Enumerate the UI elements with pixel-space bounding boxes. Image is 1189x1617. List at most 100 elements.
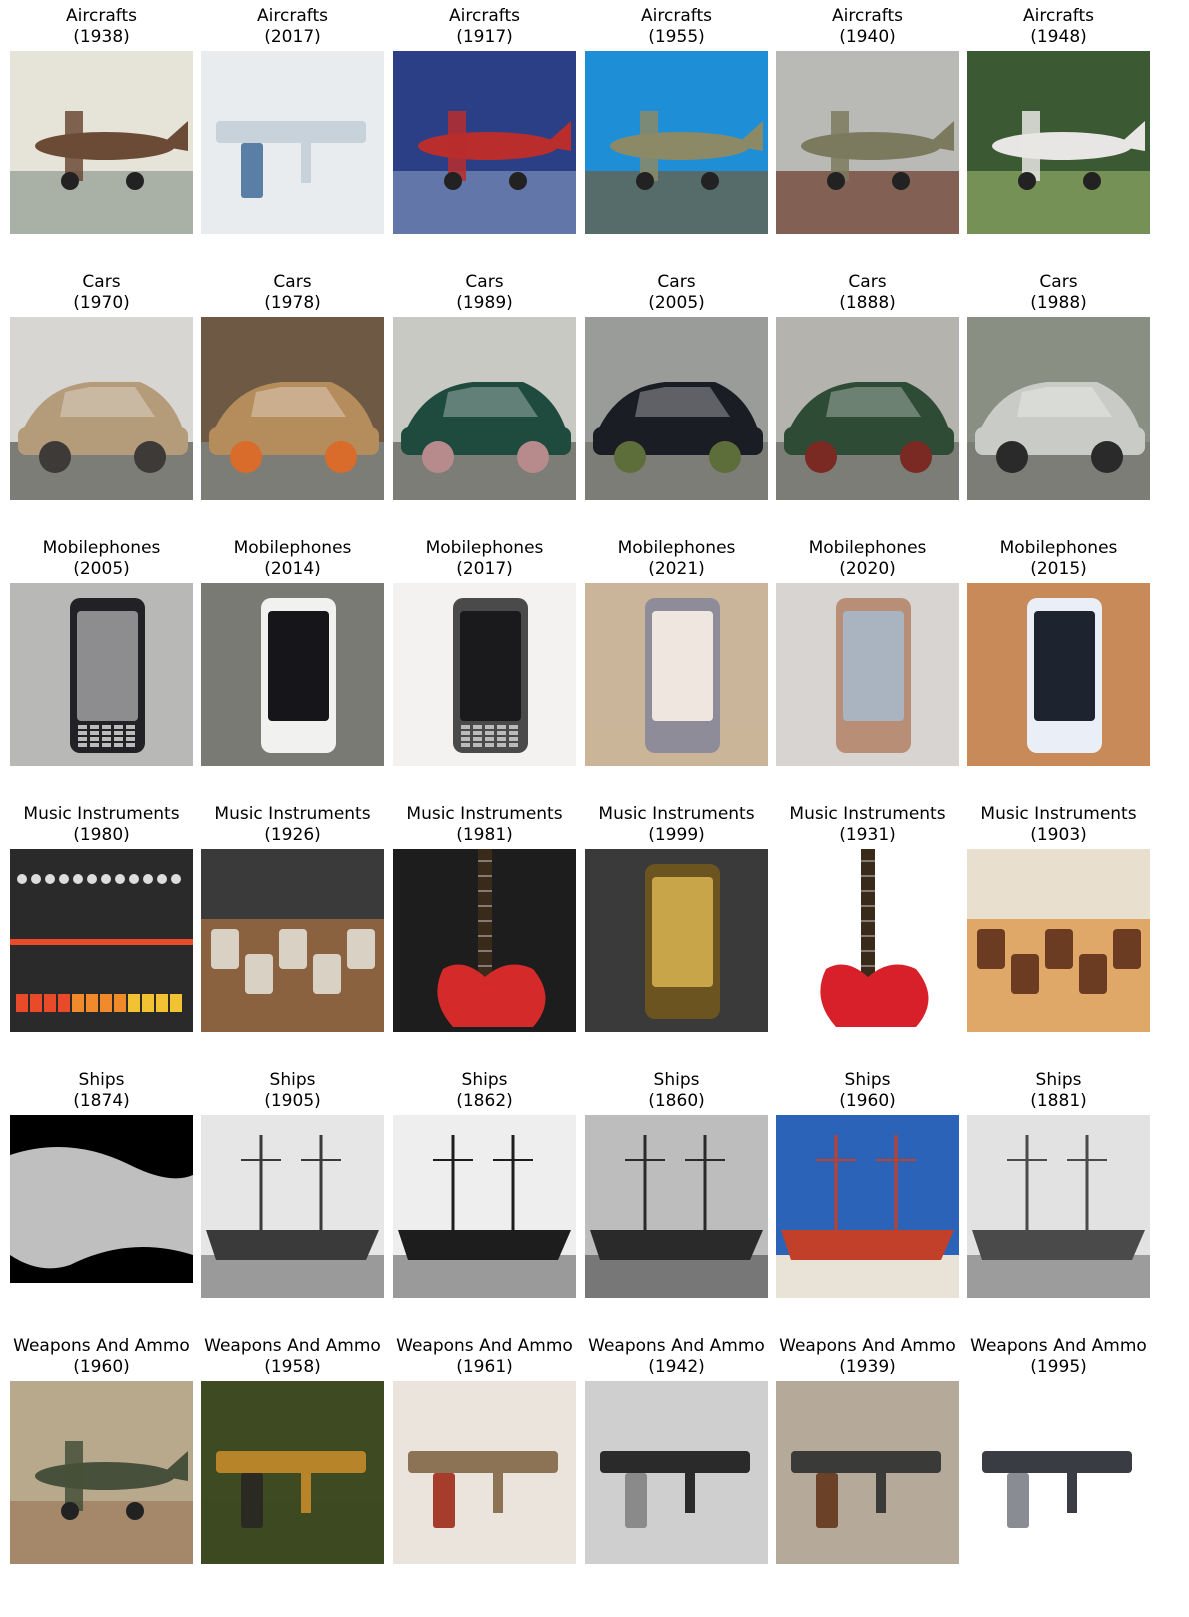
cell-caption: Aircrafts (1917) bbox=[373, 6, 596, 50]
thumbnail-image bbox=[393, 1381, 576, 1564]
cell-category-label: Weapons And Ammo bbox=[396, 1336, 573, 1356]
soldiers-prone-bw-image bbox=[585, 1381, 768, 1564]
cell-caption: Music Instruments (1999) bbox=[565, 804, 788, 848]
cell-year-label: (1917) bbox=[456, 27, 513, 47]
cell-category-label: Weapons And Ammo bbox=[204, 1336, 381, 1356]
thumbnail-image bbox=[776, 51, 959, 234]
cell-year-label: (1940) bbox=[839, 27, 896, 47]
cell-category-label: Mobilephones bbox=[425, 538, 544, 558]
car-interior-steering-image bbox=[201, 317, 384, 500]
cell-year-label: (2017) bbox=[456, 559, 513, 579]
cell-caption: Music Instruments (1931) bbox=[756, 804, 979, 848]
two-phones-table-image bbox=[201, 583, 384, 766]
thumbnail-image bbox=[967, 583, 1150, 766]
thumbnail-image bbox=[585, 1381, 768, 1564]
cell-caption: Music Instruments (1926) bbox=[181, 804, 404, 848]
silver-convertible-image bbox=[967, 317, 1150, 500]
cell-category-label: Cars bbox=[657, 272, 696, 292]
thumbnail-image bbox=[776, 1115, 959, 1298]
cell-caption: Ships (1862) bbox=[373, 1070, 596, 1114]
cell-year-label: (1960) bbox=[839, 1091, 896, 1111]
battleship-photo-image bbox=[201, 1115, 384, 1298]
cell-caption: Weapons And Ammo (1942) bbox=[565, 1336, 788, 1380]
thumbnail-image bbox=[585, 1115, 768, 1298]
cell-caption: Cars (1988) bbox=[947, 272, 1170, 316]
horse-carriage-image bbox=[776, 317, 959, 500]
thumbnail-image bbox=[967, 1115, 1150, 1298]
thumbnail-image bbox=[776, 317, 959, 500]
thumbnail-image bbox=[10, 1115, 193, 1298]
cell-caption: Aircrafts (1948) bbox=[947, 6, 1170, 50]
cell-year-label: (1888) bbox=[839, 293, 896, 313]
cell-caption: Cars (1989) bbox=[373, 272, 596, 316]
anti-aircraft-gun-image bbox=[10, 1381, 193, 1564]
cell-year-label: (1988) bbox=[1030, 293, 1087, 313]
thumbnail-image bbox=[393, 51, 576, 234]
slider-phone-keyboard-image bbox=[10, 583, 193, 766]
thumbnail-image bbox=[585, 51, 768, 234]
cell-caption: Weapons And Ammo (1995) bbox=[947, 1336, 1170, 1380]
sailing-ship-masts-image bbox=[393, 1115, 576, 1298]
thumbnail-image bbox=[967, 1381, 1150, 1564]
cell-category-label: Cars bbox=[848, 272, 887, 292]
cell-year-label: (1881) bbox=[1030, 1091, 1087, 1111]
cell-caption: Cars (1888) bbox=[756, 272, 979, 316]
soldier-with-rifle-image bbox=[393, 1381, 576, 1564]
cell-category-label: Ships bbox=[653, 1070, 700, 1090]
cell-caption: Cars (2005) bbox=[565, 272, 788, 316]
thumbnail-image bbox=[201, 51, 384, 234]
thumbnail-image bbox=[585, 849, 768, 1032]
cell-caption: Mobilephones (2021) bbox=[565, 538, 788, 582]
cell-category-label: Aircrafts bbox=[641, 6, 712, 26]
cell-caption: Weapons And Ammo (1939) bbox=[756, 1336, 979, 1380]
cell-caption: Weapons And Ammo (1961) bbox=[373, 1336, 596, 1380]
honor-phone-hand-image bbox=[776, 583, 959, 766]
cell-year-label: (2005) bbox=[648, 293, 705, 313]
cell-year-label: (1931) bbox=[839, 825, 896, 845]
light-aircraft-field-image bbox=[967, 51, 1150, 234]
thumbnail-image bbox=[967, 849, 1150, 1032]
thumbnail-image bbox=[201, 1381, 384, 1564]
thumbnail-image bbox=[10, 317, 193, 500]
cell-category-label: Aircrafts bbox=[832, 6, 903, 26]
model-aircraft-display-image bbox=[10, 51, 193, 234]
icebreaker-sampo-image bbox=[776, 1115, 959, 1298]
thumbnail-image bbox=[585, 583, 768, 766]
thumbnail-image bbox=[10, 1381, 193, 1564]
cell-year-label: (1955) bbox=[648, 27, 705, 47]
thumbnail-image bbox=[393, 1115, 576, 1298]
cell-caption: Ships (1905) bbox=[181, 1070, 404, 1114]
guitar-diagram-image bbox=[776, 849, 959, 1032]
cell-category-label: Weapons And Ammo bbox=[588, 1336, 765, 1356]
thumbnail-image bbox=[393, 849, 576, 1032]
cell-caption: Ships (1960) bbox=[756, 1070, 979, 1114]
cell-category-label: Mobilephones bbox=[617, 538, 736, 558]
image-grid: Aircrafts (1938) Aircrafts (2017) Aircrafts(… bbox=[0, 0, 1189, 1617]
cell-caption: Ships (1881) bbox=[947, 1070, 1170, 1114]
thumbnail-image bbox=[967, 317, 1150, 500]
cell-category-label: Mobilephones bbox=[233, 538, 352, 558]
saxophone-image bbox=[585, 849, 768, 1032]
cell-category-label: Aircrafts bbox=[257, 6, 328, 26]
cell-category-label: Music Instruments bbox=[980, 804, 1137, 824]
gold-sports-car-image bbox=[10, 317, 193, 500]
cell-caption: Mobilephones (2020) bbox=[756, 538, 979, 582]
cell-year-label: (2014) bbox=[264, 559, 321, 579]
cell-year-label: (1958) bbox=[264, 1357, 321, 1377]
cell-category-label: Ships bbox=[461, 1070, 508, 1090]
cell-category-label: Mobilephones bbox=[999, 538, 1118, 558]
cell-category-label: Cars bbox=[1039, 272, 1078, 292]
thumbnail-image bbox=[201, 317, 384, 500]
cell-caption: Music Instruments (1903) bbox=[947, 804, 1170, 848]
cell-year-label: (1860) bbox=[648, 1091, 705, 1111]
cell-caption: Mobilephones (2017) bbox=[373, 538, 596, 582]
cell-year-label: (1978) bbox=[264, 293, 321, 313]
cell-year-label: (1942) bbox=[648, 1357, 705, 1377]
cell-year-label: (2017) bbox=[264, 27, 321, 47]
cell-category-label: Ships bbox=[844, 1070, 891, 1090]
cell-caption: Mobilephones (2014) bbox=[181, 538, 404, 582]
cell-year-label: (1948) bbox=[1030, 27, 1087, 47]
cell-year-label: (1905) bbox=[264, 1091, 321, 1111]
cell-year-label: (1926) bbox=[264, 825, 321, 845]
cell-year-label: (2021) bbox=[648, 559, 705, 579]
